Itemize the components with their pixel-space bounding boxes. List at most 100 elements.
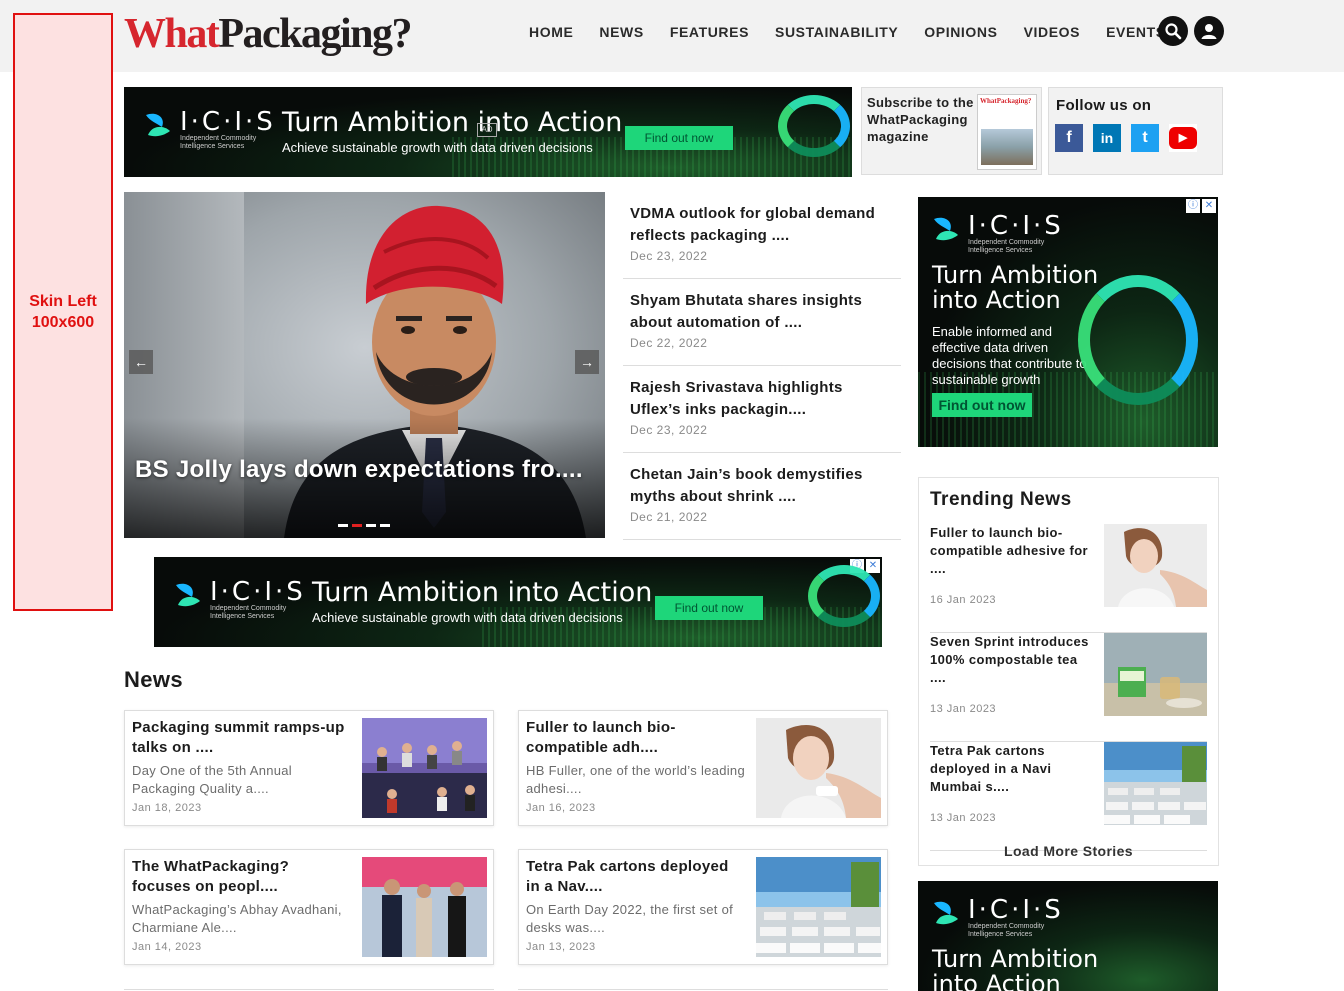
leaderboard-ad-mid[interactable]: ⓘ ✕ I·C·I·S Independent Commodity Intelli…: [154, 557, 882, 647]
headline-item[interactable]: VDMA outlook for global demand reflects …: [623, 192, 901, 279]
icis-leaf-icon: [146, 113, 170, 137]
hero-dot-4[interactable]: [380, 524, 390, 527]
trending-item[interactable]: Seven Sprint introduces 100% compostable…: [930, 633, 1207, 742]
youtube-icon[interactable]: ▶: [1169, 124, 1197, 152]
follow-box: Follow us on f in t ▶: [1048, 87, 1223, 175]
sidebar-ad-2[interactable]: I·C·I·S Independent Commodity Intelligen…: [918, 881, 1218, 991]
account-button[interactable]: [1194, 16, 1224, 46]
trending-item-date: 13 Jan 2023: [930, 703, 997, 715]
nav-features[interactable]: FEATURES: [657, 22, 762, 42]
news-card-date: Jan 16, 2023: [526, 802, 596, 814]
sidebar-ad-1[interactable]: ⓘ ✕ I·C·I·S Independent Commodity Intelli…: [918, 197, 1218, 447]
search-button[interactable]: [1158, 16, 1188, 46]
ad-ring-graphic: [778, 95, 850, 157]
news-card-title: Packaging summit ramps-up talks on ....: [132, 719, 345, 756]
news-card-summary: WhatPackaging’s Abhay Avadhani, Charmian…: [132, 902, 342, 935]
news-card[interactable]: Fuller to launch bio-compatible adh.... …: [518, 710, 888, 826]
follow-title: Follow us on: [1056, 97, 1152, 114]
trending-item-thumbnail: [1104, 524, 1207, 607]
nav-home[interactable]: HOME: [516, 22, 586, 42]
hero-dot-3[interactable]: [366, 524, 376, 527]
ad-headline: Turn Ambition into Action: [932, 945, 1099, 991]
headline-date: Dec 21, 2022: [630, 510, 708, 524]
news-card-title: The WhatPackaging? focuses on peopl....: [132, 858, 290, 895]
search-icon: [1165, 23, 1182, 40]
news-card-date: Jan 14, 2023: [132, 941, 202, 953]
icis-leaf-icon: [934, 217, 958, 241]
trending-item-date: 13 Jan 2023: [930, 812, 997, 824]
trending-item-date: 16 Jan 2023: [930, 594, 997, 606]
icis-tagline: Independent Commodity Intelligence Servi…: [180, 135, 257, 150]
ad-info-icon[interactable]: ⓘ: [1186, 199, 1200, 213]
hero-prev-button[interactable]: ←: [129, 350, 153, 374]
nav-videos[interactable]: VIDEOS: [1011, 22, 1094, 42]
nav-news[interactable]: NEWS: [586, 22, 656, 42]
headline-date: Dec 22, 2022: [630, 336, 708, 350]
trending-item[interactable]: Fuller to launch bio-compatible adhesive…: [930, 524, 1207, 633]
linkedin-icon[interactable]: in: [1093, 124, 1121, 152]
load-more-stories-button[interactable]: Load More Stories: [919, 843, 1218, 859]
icis-leaf-icon: [934, 901, 958, 925]
headline-list: VDMA outlook for global demand reflects …: [623, 192, 901, 540]
site-logo[interactable]: WhatPackaging?: [124, 8, 413, 60]
headline-item[interactable]: Chetan Jain’s book demystifies myths abo…: [623, 453, 901, 540]
news-card-date: Jan 18, 2023: [132, 802, 202, 814]
trending-item[interactable]: Tetra Pak cartons deployed in a Navi Mum…: [930, 742, 1207, 851]
magazine-title: WhatPackaging?: [980, 97, 1032, 105]
close-icon[interactable]: ✕: [866, 559, 880, 573]
trending-item-title: Seven Sprint introduces 100% compostable…: [930, 634, 1089, 685]
hero-dot-2[interactable]: [352, 524, 362, 527]
headline-item[interactable]: Rajesh Srivastava highlights Uflex’s ink…: [623, 366, 901, 453]
main-nav: HOME NEWS FEATURES SUSTAINABILITY OPINIO…: [516, 22, 1179, 42]
headline-item[interactable]: Shyam Bhutata shares insights about auto…: [623, 279, 901, 366]
nav-opinions[interactable]: OPINIONS: [911, 22, 1010, 42]
ad-subline: Achieve sustainable growth with data dri…: [282, 140, 593, 155]
trending-news-panel: Trending News Fuller to launch bio-compa…: [918, 477, 1219, 866]
skin-left-ad-slot[interactable]: Skin Left 100x600: [13, 13, 113, 611]
news-card-summary: HB Fuller, one of the world’s leading ad…: [526, 763, 745, 796]
trending-item-thumbnail: [1104, 633, 1207, 716]
headline-title: VDMA outlook for global demand reflects …: [630, 205, 876, 244]
icis-wordmark: I·C·I·S: [180, 107, 276, 137]
ad-cta-button[interactable]: Find out now: [655, 596, 763, 620]
ad-ring-graphic: [808, 565, 880, 627]
ad-subline: Achieve sustainable growth with data dri…: [312, 610, 623, 625]
news-card[interactable]: Tetra Pak cartons deployed in a Nav.... …: [518, 849, 888, 965]
twitter-icon[interactable]: t: [1131, 124, 1159, 152]
hero-pagination: [338, 524, 390, 527]
icis-logo: I·C·I·S Independent Commodity Intelligen…: [930, 897, 1064, 939]
icis-wordmark: I·C·I·S: [210, 577, 306, 607]
ad-choices: ⓘ ✕: [1186, 199, 1216, 213]
ad-headline: Turn Ambition into Action: [312, 577, 653, 608]
icis-tagline: Independent Commodity Intelligence Servi…: [968, 923, 1045, 938]
ad-headline: Turn Ambition into Action: [932, 261, 1099, 314]
icis-logo: I·C·I·S Independent Commodity Intelligen…: [930, 213, 1064, 255]
trending-item-title: Fuller to launch bio-compatible adhesive…: [930, 525, 1089, 576]
icis-tagline: Independent Commodity Intelligence Servi…: [968, 239, 1045, 254]
nav-sustainability[interactable]: SUSTAINABILITY: [762, 22, 911, 42]
hero-title[interactable]: BS Jolly lays down expectations fro....: [135, 454, 585, 485]
trending-title: Trending News: [930, 489, 1072, 510]
news-card-thumbnail: [756, 718, 881, 818]
site-header: WhatPackaging? HOME NEWS FEATURES SUSTAI…: [0, 0, 1344, 72]
hero-next-button[interactable]: →: [575, 350, 599, 374]
close-icon[interactable]: ✕: [1202, 199, 1216, 213]
leaderboard-ad-top[interactable]: I·C·I·S Independent Commodity Intelligen…: [124, 87, 852, 177]
news-card[interactable]: Packaging summit ramps-up talks on .... …: [124, 710, 494, 826]
subscribe-box[interactable]: Subscribe to the WhatPackaging magazine …: [861, 87, 1042, 175]
news-card[interactable]: The WhatPackaging? focuses on peopl.... …: [124, 849, 494, 965]
facebook-icon[interactable]: f: [1055, 124, 1083, 152]
icis-leaf-icon: [176, 583, 200, 607]
ad-ring-graphic: [1078, 275, 1198, 405]
ad-headline: Turn Ambition into Action: [282, 107, 623, 138]
headline-date: Dec 23, 2022: [630, 249, 708, 263]
news-card-thumbnail: [756, 857, 881, 957]
hero-slider[interactable]: BS Jolly lays down expectations fro.... …: [124, 192, 605, 538]
news-section-heading: News: [124, 667, 184, 692]
ad-cta-button[interactable]: Find out now: [625, 126, 733, 150]
hero-dot-1[interactable]: [338, 524, 348, 527]
icis-wordmark: I·C·I·S: [968, 895, 1064, 925]
trending-item-title: Tetra Pak cartons deployed in a Navi Mum…: [930, 743, 1052, 794]
ad-cta-button[interactable]: Find out now: [932, 393, 1032, 417]
news-card-summary: On Earth Day 2022, the first set of desk…: [526, 902, 734, 935]
